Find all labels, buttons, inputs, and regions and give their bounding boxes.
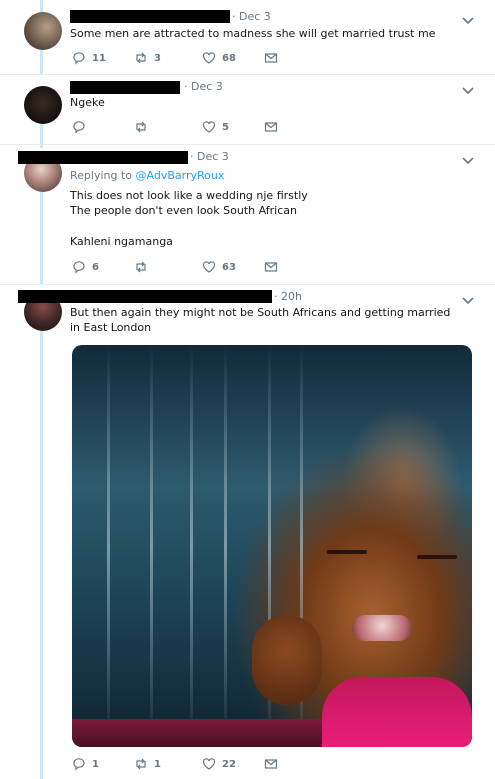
chevron-down-icon [462,17,474,25]
retweet-icon [136,261,146,273]
retweet-count: 3 [154,52,161,64]
redacted-username [70,10,230,23]
heart-icon [202,121,216,133]
tweet-text: Ngeke [70,96,105,109]
retweet-count: 1 [154,758,161,770]
retweet-icon [136,121,146,133]
tweet-1[interactable]: · Dec 3 Some men are attracted to madnes… [0,0,495,75]
reply-count: 11 [92,52,106,64]
like-button[interactable]: 63 [202,259,236,275]
retweet-button[interactable]: 1 [134,756,161,772]
dm-button[interactable] [264,756,278,772]
curtain-fold [107,345,110,747]
reply-icon [73,758,85,771]
reply-button[interactable]: 1 [72,756,99,772]
chevron-down-icon [462,157,474,165]
tweet-actions: 6 63 [70,259,290,275]
tweet-date[interactable]: · Dec 3 [190,150,229,163]
envelope-icon [264,122,278,132]
reply-icon [73,121,85,134]
more-options-button[interactable] [461,292,475,306]
like-count: 22 [222,758,236,770]
like-count: 5 [222,121,229,133]
photo-shirt [322,677,472,747]
tweet-actions: 5 [70,119,290,135]
redacted-username [70,81,180,94]
retweet-icon [136,52,146,64]
curtain-fold [224,345,227,747]
photo-mouth [352,615,412,641]
tweet-text-line: The people don't even look South African [70,204,297,217]
tweet-3[interactable]: · Dec 3 Replying to @AdvBarryRoux This d… [0,145,495,285]
heart-icon [202,758,216,770]
envelope-icon [264,53,278,63]
retweet-icon [136,758,146,770]
envelope-icon [264,759,278,769]
replying-to-handle[interactable]: @AdvBarryRoux [136,169,225,182]
tweet-photo[interactable] [72,345,472,747]
replying-to-label: Replying to [70,169,133,182]
curtain-fold [190,345,193,747]
dm-button[interactable] [264,50,278,66]
tweet-actions: 11 3 68 [70,50,290,66]
heart-icon [202,52,216,64]
tweet-text: Some men are attracted to madness she wi… [70,27,436,40]
dm-button[interactable] [264,259,278,275]
photo-blanket [72,719,332,747]
curtain-fold [150,345,153,747]
reply-icon [73,52,85,65]
envelope-icon [264,262,278,272]
retweet-button[interactable] [134,259,154,275]
replying-to: Replying to @AdvBarryRoux [70,169,224,182]
more-options-button[interactable] [461,152,475,166]
photo-eye [327,550,367,554]
avatar[interactable] [24,12,62,50]
more-options-button[interactable] [461,82,475,96]
more-options-button[interactable] [461,12,475,26]
retweet-button[interactable]: 3 [134,50,161,66]
retweet-button[interactable] [134,119,154,135]
like-button[interactable]: 5 [202,119,229,135]
reply-button[interactable]: 6 [72,259,99,275]
reply-button[interactable]: 11 [72,50,106,66]
tweet-date[interactable]: · Dec 3 [232,10,271,23]
tweet-actions: 1 1 22 [70,756,290,772]
tweet-date[interactable]: · 20h [274,290,302,303]
like-button[interactable]: 68 [202,50,236,66]
reply-button[interactable] [72,119,92,135]
tweet-date[interactable]: · Dec 3 [184,80,223,93]
like-count: 63 [222,261,236,273]
avatar[interactable] [24,86,62,124]
reply-icon [73,261,85,274]
dm-button[interactable] [264,119,278,135]
tweet-text: But then again they might not be South A… [70,306,451,334]
reply-count: 6 [92,261,99,273]
photo-eye [417,555,457,559]
chevron-down-icon [462,297,474,305]
tweet-text-line: This does not look like a wedding nje fi… [70,189,308,202]
tweet-2[interactable]: · Dec 3 Ngeke 5 [0,75,495,145]
tweet-text-line: Kahleni ngamanga [70,235,173,248]
like-button[interactable]: 22 [202,756,236,772]
heart-icon [202,261,216,273]
redacted-username [18,290,272,303]
photo-hand [252,615,322,705]
redacted-username [18,151,188,164]
like-count: 68 [222,52,236,64]
reply-count: 1 [92,758,99,770]
